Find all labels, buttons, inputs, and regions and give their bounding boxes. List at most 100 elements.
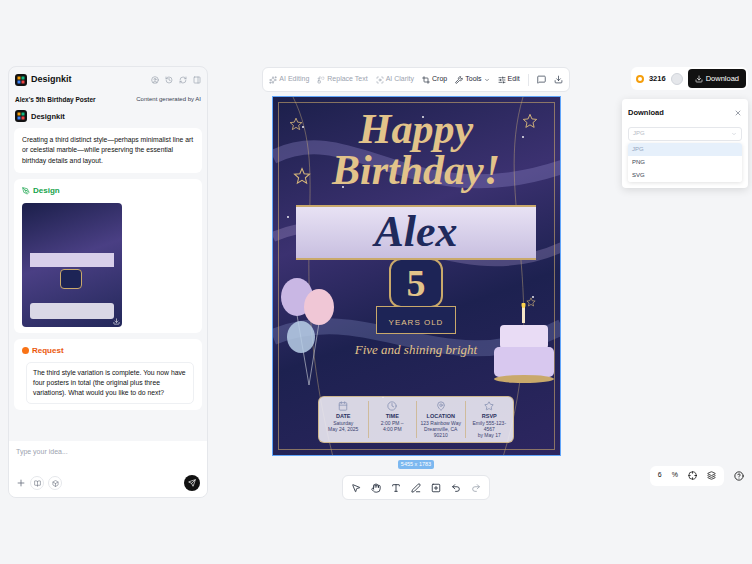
app-name: Designkit xyxy=(31,73,72,87)
pen-icon[interactable] xyxy=(411,483,421,493)
toolbar-label: Replace Text xyxy=(327,74,367,85)
info-line: Saturday xyxy=(333,420,353,426)
info-item: DATESaturdayMay 24, 2025 xyxy=(319,401,368,438)
toolbar-label: AI Editing xyxy=(279,74,309,85)
info-line: 123 Rainbow Way xyxy=(421,420,461,426)
message-list: Creating a third distinct style—perhaps … xyxy=(9,128,207,437)
info-item: LOCATION123 Rainbow WayDreamville, CA 90… xyxy=(416,401,465,438)
avatar-icon[interactable] xyxy=(671,73,683,85)
text-icon[interactable] xyxy=(391,483,401,493)
name-ribbon: Alex xyxy=(296,205,536,259)
poster-title: Happy Birthday! xyxy=(306,109,526,191)
message-text: Creating a third distinct style—perhaps … xyxy=(14,128,202,173)
canvas-area: AI Editing Replace Text AI Clarity Crop Tool… xyxy=(210,0,622,564)
send-button[interactable] xyxy=(184,475,200,491)
age-label: YEARS OLD xyxy=(389,318,444,327)
logo-icon xyxy=(15,74,27,86)
toolbar-button[interactable]: Edit xyxy=(498,74,520,85)
close-icon[interactable] xyxy=(734,109,742,117)
design-card: Design xyxy=(14,179,202,333)
zoom-value: 6 xyxy=(658,470,662,481)
history-icon[interactable] xyxy=(165,76,173,84)
hand-icon[interactable] xyxy=(371,483,381,493)
format-options: JPGPNGSVG xyxy=(628,143,742,182)
coin-icon xyxy=(636,75,644,83)
assistant-name: Designkit xyxy=(31,111,65,122)
design-thumbnail[interactable] xyxy=(22,203,122,327)
view-controls: 6% xyxy=(650,466,748,486)
request-text: The third style variation is complete. Y… xyxy=(26,362,194,405)
tagline: Five and shining bright xyxy=(355,340,477,360)
send-icon xyxy=(188,479,196,487)
age-number: 5 xyxy=(407,264,426,302)
toolbar-button[interactable]: Crop xyxy=(422,74,447,85)
add-shape-icon[interactable] xyxy=(431,483,441,493)
info-item: TIME2:00 PM –4:00 PM xyxy=(368,401,417,438)
fit-icon[interactable] xyxy=(688,471,697,480)
design-icon xyxy=(22,187,30,195)
download-panel: DownloadJPGJPGPNGSVG xyxy=(622,99,748,187)
redo-icon[interactable] xyxy=(471,483,481,493)
tool-icon xyxy=(317,76,325,84)
tool-icon xyxy=(376,76,384,84)
star-icon xyxy=(289,117,303,131)
toolbar-label: AI Clarity xyxy=(386,74,414,85)
format-option[interactable]: PNG xyxy=(628,156,742,169)
select-icon[interactable] xyxy=(351,483,361,493)
info-line: Emily 555-123-4567 xyxy=(468,420,512,432)
toolbar-button[interactable]: AI Editing xyxy=(269,74,309,85)
zoom-control[interactable]: 6% xyxy=(650,466,724,486)
download-button[interactable]: Download xyxy=(688,69,746,88)
panel-icon[interactable] xyxy=(193,76,201,84)
undo-icon[interactable] xyxy=(451,483,461,493)
chat-header: Designkit xyxy=(9,67,207,87)
info-line: by May 17 xyxy=(478,432,501,438)
size-label: 5455 x 1783 xyxy=(398,460,434,469)
request-card: RequestThe third style variation is comp… xyxy=(14,339,202,411)
add-icon[interactable] xyxy=(16,478,26,488)
poster[interactable]: Happy Birthday! Alex 5 YEARS OLD Five and sh… xyxy=(272,96,561,456)
info-icon xyxy=(484,401,494,411)
project-title: Alex's 5th Birthday Poster xyxy=(15,95,96,105)
chat-placeholder: Type your idea... xyxy=(16,447,200,458)
zoom-unit: % xyxy=(672,470,678,481)
star-icon xyxy=(293,167,311,185)
layers-icon[interactable] xyxy=(707,471,716,480)
toolbar-button[interactable]: AI Clarity xyxy=(376,74,414,85)
toolbar-button[interactable]: Tools xyxy=(455,74,489,85)
design-title: Design xyxy=(33,185,60,197)
thumbnail-download-icon[interactable] xyxy=(113,318,120,325)
info-line: Dreamville, CA 90210 xyxy=(419,426,463,438)
download-icon[interactable] xyxy=(554,75,563,84)
chat-panel: DesignkitAlex's 5th Birthday PosterConte… xyxy=(8,66,208,498)
format-option[interactable]: JPG xyxy=(628,143,742,156)
left-column: DesignkitAlex's 5th Birthday PosterConte… xyxy=(0,0,210,564)
chat-input[interactable]: Type your idea... xyxy=(9,441,207,498)
top-toolbar: AI Editing Replace Text AI Clarity Crop Tool… xyxy=(262,67,569,92)
account-icon[interactable] xyxy=(151,76,159,84)
info-icon xyxy=(387,401,397,411)
toolbar-label: Tools xyxy=(465,74,481,85)
refresh-icon[interactable] xyxy=(179,76,187,84)
help-icon[interactable] xyxy=(734,471,744,481)
child-name: Alex xyxy=(374,208,457,256)
toolbar-button[interactable]: Replace Text xyxy=(317,74,367,85)
request-icon xyxy=(22,347,29,354)
download-icon xyxy=(695,75,703,83)
poster-content: Happy Birthday! Alex 5 YEARS OLD Five and sh… xyxy=(273,97,560,455)
cake-icon xyxy=(492,303,554,383)
info-label: LOCATION xyxy=(427,412,455,420)
model-icon[interactable] xyxy=(52,480,59,487)
star-icon xyxy=(526,297,536,307)
logo-icon xyxy=(15,110,27,122)
comment-icon[interactable] xyxy=(537,75,546,84)
star-icon xyxy=(522,113,538,129)
tool-icon xyxy=(422,76,430,84)
format-option[interactable]: SVG xyxy=(628,169,742,182)
format-select[interactable]: JPG xyxy=(628,127,742,141)
app: DesignkitAlex's 5th Birthday PosterConte… xyxy=(0,0,752,564)
library-icon[interactable] xyxy=(34,480,41,487)
chevron-down-icon xyxy=(484,77,490,83)
format-value: JPG xyxy=(633,129,645,138)
info-line: May 24, 2025 xyxy=(328,426,358,432)
